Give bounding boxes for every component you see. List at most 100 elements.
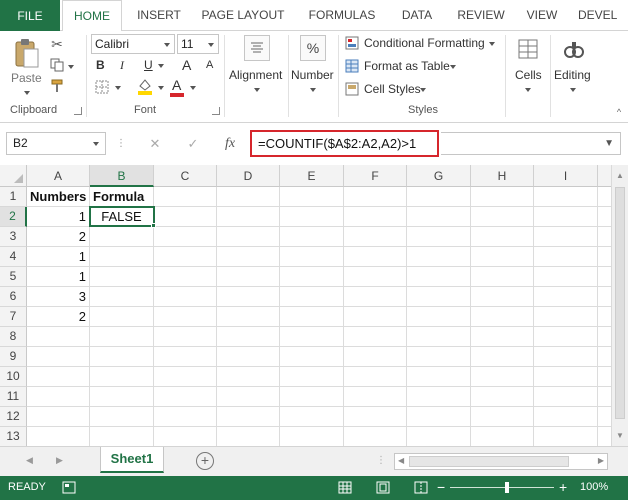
normal-view-icon[interactable] bbox=[338, 481, 352, 497]
number-format-icon[interactable]: % bbox=[300, 35, 326, 61]
bold-button[interactable]: B bbox=[96, 58, 105, 72]
horizontal-scrollbar[interactable]: ◀ ▶ bbox=[394, 453, 608, 470]
alignment-icon[interactable] bbox=[244, 35, 270, 61]
vertical-scrollbar[interactable]: ▲ ▼ bbox=[611, 165, 628, 446]
format-as-table-icon[interactable] bbox=[344, 58, 360, 74]
cancel-icon[interactable]: ✕ bbox=[136, 136, 174, 152]
column-header-i[interactable]: I bbox=[534, 165, 598, 187]
underline-dropdown-icon[interactable] bbox=[158, 64, 164, 68]
font-launcher-icon[interactable] bbox=[212, 107, 220, 115]
tab-review[interactable]: REVIEW bbox=[450, 0, 512, 31]
sheet-nav-prev-icon[interactable]: ◀ bbox=[26, 455, 33, 466]
cell-a3[interactable]: 2 bbox=[27, 227, 89, 247]
zoom-percentage[interactable]: 100% bbox=[580, 481, 608, 493]
column-header-h[interactable]: H bbox=[471, 165, 534, 187]
cut-icon[interactable]: ✂ bbox=[48, 35, 66, 53]
editing-button[interactable]: Editing bbox=[554, 68, 591, 82]
copy-icon[interactable] bbox=[48, 56, 66, 74]
worksheet-grid[interactable]: A B C D E F G H I 1 2 3 4 5 6 7 8 9 10 1… bbox=[0, 165, 628, 446]
column-header-g[interactable]: G bbox=[407, 165, 471, 187]
vertical-scroll-thumb[interactable] bbox=[615, 187, 625, 419]
cell-a4[interactable]: 1 bbox=[27, 247, 89, 267]
cells-icon[interactable] bbox=[514, 35, 542, 63]
macro-record-icon[interactable] bbox=[62, 481, 76, 497]
font-size-combo[interactable]: 11 bbox=[177, 34, 219, 54]
row-header-3[interactable]: 3 bbox=[0, 227, 27, 247]
tab-file[interactable]: FILE bbox=[0, 0, 60, 31]
add-sheet-icon[interactable]: + bbox=[196, 452, 214, 470]
column-header-f[interactable]: F bbox=[344, 165, 407, 187]
cell-a2[interactable]: 1 bbox=[27, 207, 89, 227]
format-as-table-button[interactable]: Format as Table bbox=[364, 59, 450, 73]
editing-icon[interactable] bbox=[560, 35, 588, 63]
number-dropdown-icon[interactable] bbox=[310, 88, 316, 92]
shrink-font-button[interactable]: A bbox=[206, 59, 213, 71]
cell-styles-button[interactable]: Cell Styles bbox=[364, 82, 421, 96]
formula-input-extension[interactable]: ▼ bbox=[441, 132, 621, 155]
font-name-dropdown-icon[interactable] bbox=[164, 43, 170, 47]
borders-icon[interactable] bbox=[94, 79, 110, 95]
column-header-b[interactable]: B bbox=[90, 165, 154, 187]
name-box[interactable]: B2 bbox=[6, 132, 106, 155]
number-button[interactable]: Number bbox=[291, 68, 334, 82]
row-header-8[interactable]: 8 bbox=[0, 327, 27, 347]
cells-dropdown-icon[interactable] bbox=[525, 88, 531, 92]
horizontal-scroll-thumb[interactable] bbox=[409, 456, 569, 467]
zoom-in-button[interactable]: + bbox=[559, 479, 567, 495]
tab-developer[interactable]: DEVEL bbox=[578, 0, 628, 31]
alignment-button[interactable]: Alignment bbox=[229, 68, 282, 82]
scroll-down-icon[interactable]: ▼ bbox=[616, 431, 624, 440]
font-size-dropdown-icon[interactable] bbox=[208, 43, 214, 47]
tab-data[interactable]: DATA bbox=[392, 0, 442, 31]
font-name-combo[interactable]: Calibri bbox=[91, 34, 175, 54]
italic-button[interactable]: I bbox=[120, 58, 124, 73]
cell-a6[interactable]: 3 bbox=[27, 287, 89, 307]
tab-split-grip-icon[interactable]: ⋮ bbox=[376, 455, 386, 466]
format-as-table-dropdown-icon[interactable] bbox=[450, 65, 456, 69]
conditional-formatting-button[interactable]: Conditional Formatting bbox=[364, 36, 485, 50]
conditional-formatting-dropdown-icon[interactable] bbox=[489, 42, 495, 46]
copy-dropdown-icon[interactable] bbox=[68, 65, 74, 69]
cell-a7[interactable]: 2 bbox=[27, 307, 89, 327]
tab-insert[interactable]: INSERT bbox=[128, 0, 190, 31]
zoom-slider-track[interactable] bbox=[450, 487, 554, 488]
row-header-7[interactable]: 7 bbox=[0, 307, 27, 327]
cell-styles-icon[interactable] bbox=[344, 81, 360, 97]
scroll-left-icon[interactable]: ◀ bbox=[398, 456, 404, 465]
tab-page-layout[interactable]: PAGE LAYOUT bbox=[196, 0, 290, 31]
column-header-c[interactable]: C bbox=[154, 165, 217, 187]
grow-font-button[interactable]: A bbox=[182, 57, 191, 73]
fx-icon[interactable]: fx bbox=[212, 136, 248, 152]
column-header-partial[interactable] bbox=[598, 165, 611, 187]
column-header-e[interactable]: E bbox=[280, 165, 344, 187]
format-painter-icon[interactable] bbox=[48, 77, 66, 95]
fill-handle[interactable] bbox=[151, 223, 156, 228]
fill-color-dropdown-icon[interactable] bbox=[158, 86, 164, 90]
column-header-d[interactable]: D bbox=[217, 165, 280, 187]
row-header-9[interactable]: 9 bbox=[0, 347, 27, 367]
row-header-10[interactable]: 10 bbox=[0, 367, 27, 387]
cells-button[interactable]: Cells bbox=[515, 68, 542, 82]
tab-formulas[interactable]: FORMULAS bbox=[300, 0, 384, 31]
font-color-dropdown-icon[interactable] bbox=[190, 86, 196, 90]
underline-button[interactable]: U bbox=[144, 58, 153, 72]
cell-styles-dropdown-icon[interactable] bbox=[420, 88, 426, 92]
sheet-nav-next-icon[interactable]: ▶ bbox=[56, 455, 63, 466]
cell-b1[interactable]: Formula bbox=[90, 187, 153, 207]
row-header-1[interactable]: 1 bbox=[0, 187, 27, 207]
scroll-right-icon[interactable]: ▶ bbox=[598, 456, 604, 465]
cell-a5[interactable]: 1 bbox=[27, 267, 89, 287]
page-layout-view-icon[interactable] bbox=[376, 481, 390, 497]
clipboard-launcher-icon[interactable] bbox=[74, 107, 82, 115]
enter-icon[interactable]: ✓ bbox=[174, 136, 212, 152]
zoom-out-button[interactable]: − bbox=[437, 479, 445, 495]
paste-dropdown-icon[interactable] bbox=[24, 91, 30, 95]
borders-dropdown-icon[interactable] bbox=[115, 86, 121, 90]
scroll-up-icon[interactable]: ▲ bbox=[616, 171, 624, 180]
row-header-6[interactable]: 6 bbox=[0, 287, 27, 307]
row-header-11[interactable]: 11 bbox=[0, 387, 27, 407]
column-header-a[interactable]: A bbox=[27, 165, 90, 187]
formula-input[interactable]: =COUNTIF($A$2:A2,A2)>1 bbox=[250, 130, 439, 157]
paste-icon[interactable] bbox=[12, 37, 42, 69]
row-header-5[interactable]: 5 bbox=[0, 267, 27, 287]
